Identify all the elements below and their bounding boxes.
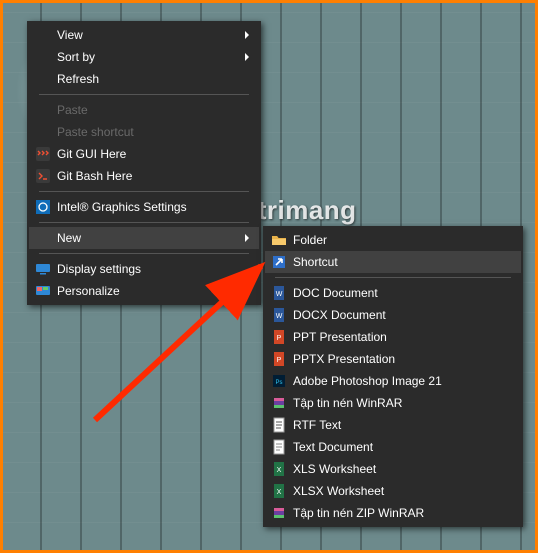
submenu-doc[interactable]: W DOC Document xyxy=(265,282,521,304)
submenu-txt[interactable]: Text Document xyxy=(265,436,521,458)
menu-git-bash-label: Git Bash Here xyxy=(57,169,237,183)
xls-icon: X xyxy=(265,461,293,477)
separator xyxy=(39,222,249,223)
menu-new-label: New xyxy=(57,231,237,245)
menu-sort-by[interactable]: Sort by xyxy=(29,46,259,68)
svg-text:P: P xyxy=(277,357,282,364)
submenu-rtf[interactable]: RTF Text xyxy=(265,414,521,436)
menu-refresh-label: Refresh xyxy=(57,72,237,86)
submenu-pptx-label: PPTX Presentation xyxy=(293,352,499,366)
submenu-docx-label: DOCX Document xyxy=(293,308,499,322)
menu-intel-label: Intel® Graphics Settings xyxy=(57,200,237,214)
submenu-rar-label: Tập tin nén WinRAR xyxy=(293,396,499,410)
svg-text:W: W xyxy=(276,313,283,320)
svg-text:X: X xyxy=(277,467,282,474)
menu-git-gui[interactable]: Git GUI Here xyxy=(29,143,259,165)
svg-text:X: X xyxy=(277,489,282,496)
menu-paste-shortcut: Paste shortcut xyxy=(29,121,259,143)
submenu-shortcut[interactable]: Shortcut xyxy=(265,251,521,273)
submenu-psd[interactable]: Ps Adobe Photoshop Image 21 xyxy=(265,370,521,392)
docx-icon: W xyxy=(265,307,293,323)
submenu-xls-label: XLS Worksheet xyxy=(293,462,499,476)
separator xyxy=(39,191,249,192)
git-gui-icon xyxy=(29,146,57,162)
submenu-ppt[interactable]: P PPT Presentation xyxy=(265,326,521,348)
folder-icon xyxy=(265,232,293,248)
menu-git-gui-label: Git GUI Here xyxy=(57,147,237,161)
menu-sort-label: Sort by xyxy=(57,50,237,64)
submenu-pptx[interactable]: P PPTX Presentation xyxy=(265,348,521,370)
separator xyxy=(275,277,511,278)
menu-refresh[interactable]: Refresh xyxy=(29,68,259,90)
ppt-icon: P xyxy=(265,329,293,345)
submenu-psd-label: Adobe Photoshop Image 21 xyxy=(293,374,499,388)
submenu-docx[interactable]: W DOCX Document xyxy=(265,304,521,326)
submenu-folder[interactable]: Folder xyxy=(265,229,521,251)
menu-display-label: Display settings xyxy=(57,262,237,276)
submenu-doc-label: DOC Document xyxy=(293,286,499,300)
menu-view-label: View xyxy=(57,28,237,42)
txt-icon xyxy=(265,439,293,455)
submenu-shortcut-label: Shortcut xyxy=(293,255,499,269)
doc-icon: W xyxy=(265,285,293,301)
submenu-zip[interactable]: Tập tin nén ZIP WinRAR xyxy=(265,502,521,524)
separator xyxy=(39,94,249,95)
menu-personalize[interactable]: Personalize xyxy=(29,280,259,302)
personalize-icon xyxy=(29,283,57,299)
menu-paste: Paste xyxy=(29,99,259,121)
photoshop-icon: Ps xyxy=(265,373,293,389)
submenu-rtf-label: RTF Text xyxy=(293,418,499,432)
display-icon xyxy=(29,261,57,277)
submenu-txt-label: Text Document xyxy=(293,440,499,454)
submenu-zip-label: Tập tin nén ZIP WinRAR xyxy=(293,506,499,520)
rtf-icon xyxy=(265,417,293,433)
svg-text:W: W xyxy=(276,291,283,298)
menu-paste-label: Paste xyxy=(57,103,237,117)
menu-paste-shortcut-label: Paste shortcut xyxy=(57,125,237,139)
git-bash-icon xyxy=(29,168,57,184)
shortcut-icon xyxy=(265,254,293,270)
menu-view[interactable]: View xyxy=(29,24,259,46)
desktop-context-menu: View Sort by Refresh Paste Paste shortcu… xyxy=(27,21,261,305)
submenu-xlsx[interactable]: X XLSX Worksheet xyxy=(265,480,521,502)
chevron-right-icon xyxy=(243,28,251,42)
svg-text:P: P xyxy=(277,335,282,342)
pptx-icon: P xyxy=(265,351,293,367)
chevron-right-icon xyxy=(243,231,251,245)
svg-text:Ps: Ps xyxy=(275,380,282,386)
xlsx-icon: X xyxy=(265,483,293,499)
new-submenu: Folder Shortcut W DOC Document W DOCX Do… xyxy=(263,226,523,527)
winrar-icon xyxy=(265,395,293,411)
menu-new[interactable]: New xyxy=(29,227,259,249)
menu-personalize-label: Personalize xyxy=(57,284,237,298)
separator xyxy=(39,253,249,254)
menu-display-settings[interactable]: Display settings xyxy=(29,258,259,280)
submenu-xls[interactable]: X XLS Worksheet xyxy=(265,458,521,480)
chevron-right-icon xyxy=(243,50,251,64)
intel-icon xyxy=(29,199,57,215)
menu-git-bash[interactable]: Git Bash Here xyxy=(29,165,259,187)
submenu-folder-label: Folder xyxy=(293,233,499,247)
submenu-ppt-label: PPT Presentation xyxy=(293,330,499,344)
submenu-rar[interactable]: Tập tin nén WinRAR xyxy=(265,392,521,414)
menu-intel-graphics[interactable]: Intel® Graphics Settings xyxy=(29,196,259,218)
submenu-xlsx-label: XLSX Worksheet xyxy=(293,484,499,498)
zip-icon xyxy=(265,505,293,521)
